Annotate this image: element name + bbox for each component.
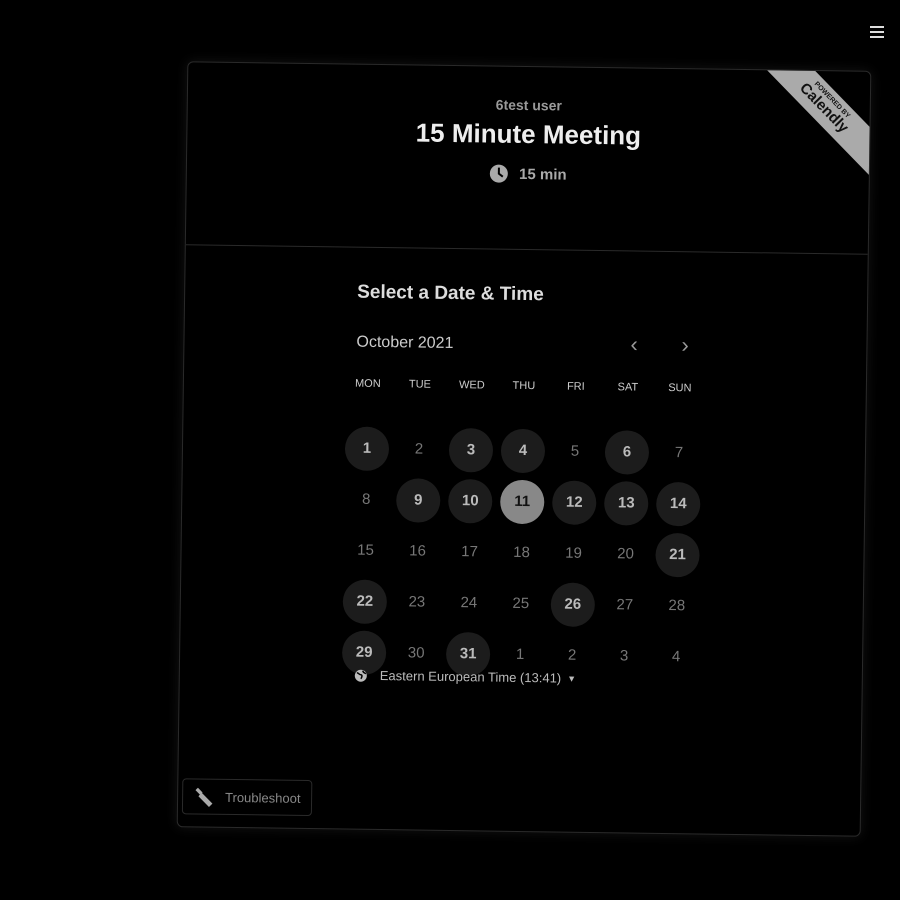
day-number: 17 — [461, 543, 479, 561]
day-number: 4 — [500, 428, 546, 473]
event-title: 15 Minute Meeting — [415, 117, 642, 151]
timezone-label: Eastern European Time (13:41) — [379, 668, 562, 686]
calendar-day: 27 — [598, 579, 651, 631]
weekday-header: THU — [512, 379, 536, 393]
day-number: 12 — [551, 479, 597, 525]
day-number: 4 — [671, 648, 681, 666]
day-number: 2 — [414, 440, 424, 458]
calendar-grid: MON TUE WED THU FRI SAT SUN 1 2 3 4 5 6 7 8 9 10 11 12 13 14… — [338, 371, 706, 682]
calendar-day: 18 — [495, 527, 548, 579]
clock-icon — [490, 164, 509, 183]
day-number: 23 — [408, 593, 426, 611]
day-number: 7 — [674, 444, 684, 462]
day-number: 15 — [357, 541, 375, 559]
wrench-icon — [195, 787, 213, 808]
calendar-day: 16 — [391, 525, 444, 577]
calendar-day: 15 — [339, 524, 392, 576]
day-number: 3 — [448, 427, 494, 473]
day-number: 18 — [513, 543, 531, 562]
calendar-day: 28 — [650, 580, 703, 632]
calendar-day[interactable]: 3 — [445, 424, 498, 476]
calendar-day[interactable]: 26 — [546, 578, 599, 630]
troubleshoot-button[interactable]: Troubleshoot — [181, 778, 313, 817]
weekday-header: TUE — [408, 378, 431, 391]
weekday-header: FRI — [566, 380, 585, 393]
calendar-day[interactable]: 9 — [392, 474, 445, 526]
day-number: 16 — [409, 542, 427, 560]
calendar-day: 3 — [598, 630, 651, 682]
month-label: October 2021 — [356, 333, 454, 353]
day-number: 3 — [619, 647, 629, 665]
day-number: 20 — [617, 545, 635, 563]
calendar-day: 20 — [599, 528, 652, 580]
day-number: 9 — [395, 477, 441, 523]
calendar-day: 24 — [442, 577, 495, 629]
menu-icon[interactable] — [870, 26, 884, 38]
day-number: 27 — [616, 596, 634, 614]
duration: 15 min — [187, 159, 869, 189]
calendar-day[interactable]: 13 — [600, 477, 653, 529]
day-number: 21 — [655, 532, 700, 577]
day-number: 22 — [342, 578, 388, 624]
calendar-day: 5 — [549, 425, 602, 477]
calendar-day: 2 — [393, 423, 446, 475]
day-number: 14 — [655, 481, 701, 526]
day-number: 1 — [344, 426, 390, 471]
calendar-day: 8 — [340, 473, 393, 525]
globe-icon — [354, 669, 367, 682]
day-number: 26 — [550, 581, 596, 627]
day-number: 6 — [604, 429, 650, 475]
next-month-button[interactable]: › — [681, 332, 689, 358]
calendar-day[interactable]: 6 — [601, 426, 654, 478]
calendar-day[interactable]: 4 — [497, 425, 550, 477]
calendar-day[interactable]: 1 — [341, 422, 394, 474]
day-number: 25 — [512, 594, 530, 613]
weekday-header: WED — [458, 379, 485, 392]
event-header: 6test user 15 Minute Meeting 15 min — [185, 62, 871, 255]
day-number: 5 — [570, 442, 580, 460]
calendar-day[interactable]: 14 — [652, 478, 705, 530]
day-number: 8 — [361, 490, 371, 508]
booking-card: 6test user 15 Minute Meeting 15 min POWE… — [176, 61, 872, 837]
weekday-header: MON — [354, 377, 381, 390]
troubleshoot-label: Troubleshoot — [225, 789, 301, 806]
weekday-header: SAT — [617, 381, 639, 394]
day-number: 28 — [668, 597, 686, 615]
calendar-day: 7 — [653, 427, 706, 479]
caret-down-icon: ▼ — [567, 673, 577, 684]
duration-text: 15 min — [518, 165, 567, 184]
calendar-day: 17 — [443, 526, 496, 578]
calendar-day[interactable]: 21 — [651, 529, 704, 581]
selected-date[interactable]: 11 — [496, 476, 549, 528]
section-heading: Select a Date & Time — [357, 281, 544, 306]
day-number: 13 — [603, 480, 649, 526]
calendar-day: 19 — [547, 527, 600, 579]
calendar-day[interactable]: 12 — [548, 476, 601, 528]
calendar-day: 23 — [390, 576, 443, 628]
day-number: 11 — [499, 479, 545, 524]
calendar-day[interactable]: 10 — [444, 475, 497, 527]
day-number: 10 — [447, 478, 493, 524]
weekday-header: SUN — [668, 382, 692, 395]
day-number: 19 — [565, 544, 583, 562]
prev-month-button[interactable]: ‹ — [630, 331, 638, 357]
calendar-day: 4 — [650, 631, 703, 683]
calendar-day[interactable]: 22 — [339, 575, 392, 627]
timezone-selector[interactable]: Eastern European Time (13:41) ▼ — [354, 668, 577, 686]
day-number: 24 — [460, 594, 478, 612]
calendar-day: 25 — [494, 578, 547, 630]
